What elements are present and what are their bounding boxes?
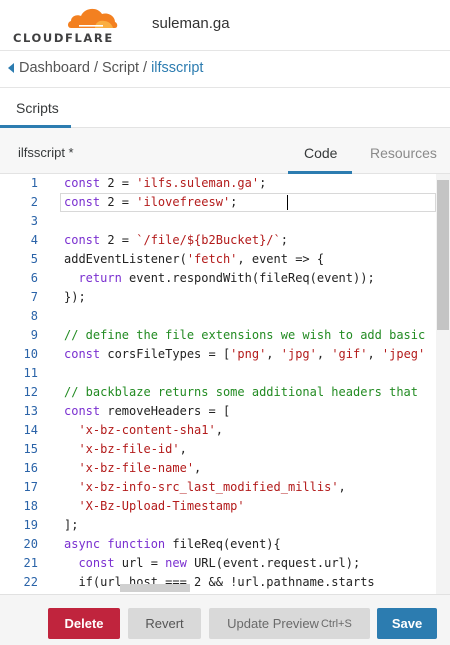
code-text: const removeHeaders = [ bbox=[64, 404, 231, 418]
line-number: 15 bbox=[23, 442, 38, 456]
code-line[interactable]: 18 'X-Bz-Upload-Timestamp' bbox=[0, 497, 450, 516]
line-number: 16 bbox=[23, 461, 38, 475]
code-text: return event.respondWith(fileReq(event))… bbox=[78, 271, 375, 285]
code-text: // define the file extensions we wish to… bbox=[64, 328, 426, 342]
breadcrumb-current[interactable]: ilfsscript bbox=[151, 60, 203, 76]
tab-resources[interactable]: Resources bbox=[370, 145, 437, 161]
breadcrumb-separator: / bbox=[93, 60, 98, 76]
code-text: const url = new URL(event.request.url); bbox=[78, 556, 361, 570]
line-number: 8 bbox=[30, 309, 38, 323]
line-number: 12 bbox=[23, 385, 38, 399]
line-number: 3 bbox=[30, 214, 38, 228]
code-line[interactable]: 14 'x-bz-content-sha1', bbox=[0, 421, 450, 440]
top-bar: CLOUDFLARE suleman.ga bbox=[0, 0, 450, 50]
breadcrumb-script[interactable]: Script bbox=[102, 60, 139, 76]
domain-name[interactable]: suleman.ga bbox=[152, 15, 230, 32]
code-text: }); bbox=[64, 290, 86, 304]
code-text: const corsFileTypes = ['png', 'jpg', 'gi… bbox=[64, 347, 426, 361]
code-line[interactable]: 20 async function fileReq(event){ bbox=[0, 535, 450, 554]
logo-wordmark: CLOUDFLARE bbox=[13, 31, 114, 45]
line-number: 11 bbox=[23, 366, 38, 380]
revert-button[interactable]: Revert bbox=[128, 608, 201, 639]
code-text: addEventListener('fetch', event => { bbox=[64, 252, 325, 266]
line-number: 9 bbox=[30, 328, 38, 342]
action-bar: Delete Revert Update Preview Ctrl+S Save bbox=[0, 594, 450, 645]
code-text: const 2 = `/file/${b2Bucket}/`; bbox=[64, 233, 288, 247]
update-preview-shortcut: Ctrl+S bbox=[320, 617, 352, 630]
line-number: 13 bbox=[23, 404, 38, 418]
tab-scripts[interactable]: Scripts bbox=[16, 100, 59, 116]
code-line[interactable]: 10 const corsFileTypes = ['png', 'jpg', '… bbox=[0, 345, 450, 364]
code-line[interactable]: 2 const 2 = 'ilovefreesw'; bbox=[0, 193, 450, 212]
tab-code[interactable]: Code bbox=[304, 145, 337, 161]
line-number: 5 bbox=[30, 252, 38, 266]
code-line[interactable]: 3 bbox=[0, 212, 450, 231]
code-line[interactable]: 7}); bbox=[0, 288, 450, 307]
line-number: 17 bbox=[23, 480, 38, 494]
breadcrumb-separator: / bbox=[143, 60, 148, 76]
chevron-left-icon[interactable] bbox=[8, 63, 14, 73]
script-name: ilfsscript * bbox=[18, 145, 74, 160]
code-text: async function fileReq(event){ bbox=[64, 537, 281, 551]
code-editor[interactable]: 1 const 2 = 'ilfs.suleman.ga'; 2 const 2 = … bbox=[0, 174, 450, 594]
line-number: 14 bbox=[23, 423, 38, 437]
code-text: const 2 = 'ilfs.suleman.ga'; bbox=[64, 176, 267, 190]
line-number: 4 bbox=[30, 233, 38, 247]
cloudflare-cloud-icon bbox=[68, 8, 118, 28]
line-number: 10 bbox=[23, 347, 38, 361]
code-line[interactable]: 19]; bbox=[0, 516, 450, 535]
save-button[interactable]: Save bbox=[377, 608, 437, 639]
code-text: 'x-bz-content-sha1', bbox=[78, 423, 223, 437]
update-preview-button[interactable]: Update Preview Ctrl+S bbox=[209, 608, 370, 639]
line-number: 22 bbox=[23, 575, 38, 589]
breadcrumb-dashboard[interactable]: Dashboard bbox=[19, 60, 90, 76]
code-line[interactable]: 5 addEventListener('fetch', event => { bbox=[0, 250, 450, 269]
line-number: 21 bbox=[23, 556, 38, 570]
code-line[interactable]: 6 return event.respondWith(fileReq(event… bbox=[0, 269, 450, 288]
code-text: ]; bbox=[64, 518, 79, 532]
vertical-scrollbar-thumb[interactable] bbox=[437, 180, 449, 330]
code-line[interactable]: 1 const 2 = 'ilfs.suleman.ga'; bbox=[0, 174, 450, 193]
code-line[interactable]: 8 bbox=[0, 307, 450, 326]
code-text: 'x-bz-info-src_last_modified_millis', bbox=[78, 480, 346, 494]
editor-header: ilfsscript * Code Resources bbox=[0, 128, 450, 174]
horizontal-scrollbar-thumb[interactable] bbox=[120, 584, 190, 592]
line-number: 7 bbox=[30, 290, 38, 304]
code-text: 'x-bz-file-id', bbox=[78, 442, 187, 456]
text-cursor bbox=[287, 195, 288, 210]
update-preview-label: Update Preview bbox=[227, 616, 319, 631]
breadcrumb: Dashboard / Script / ilfsscript bbox=[0, 50, 450, 88]
line-number: 2 bbox=[30, 195, 38, 209]
code-line[interactable]: 21 const url = new URL(event.request.url… bbox=[0, 554, 450, 573]
cloudflare-logo[interactable]: CLOUDFLARE bbox=[13, 4, 123, 46]
code-line[interactable]: 4 const 2 = `/file/${b2Bucket}/`; bbox=[0, 231, 450, 250]
line-number: 18 bbox=[23, 499, 38, 513]
code-text: const 2 = 'ilovefreesw'; bbox=[64, 195, 238, 209]
code-line[interactable]: 16 'x-bz-file-name', bbox=[0, 459, 450, 478]
code-text: 'x-bz-file-name', bbox=[78, 461, 202, 475]
code-line[interactable]: 17 'x-bz-info-src_last_modified_millis', bbox=[0, 478, 450, 497]
section-tabs: Scripts bbox=[0, 88, 450, 128]
code-line[interactable]: 11 bbox=[0, 364, 450, 383]
line-number: 19 bbox=[23, 518, 38, 532]
code-text: if(url.host === 2 && !url.pathname.start… bbox=[64, 575, 375, 589]
line-number: 20 bbox=[23, 537, 38, 551]
code-line[interactable]: 15 'x-bz-file-id', bbox=[0, 440, 450, 459]
code-text: // backblaze returns some additional hea… bbox=[64, 385, 419, 399]
line-number: 1 bbox=[30, 176, 38, 190]
code-line[interactable]: 9 // define the file extensions we wish t… bbox=[0, 326, 450, 345]
line-number: 6 bbox=[30, 271, 38, 285]
delete-button[interactable]: Delete bbox=[48, 608, 120, 639]
code-text: 'X-Bz-Upload-Timestamp' bbox=[78, 499, 245, 513]
code-line[interactable]: 22 if(url.host === 2 && !url.pathname.st… bbox=[0, 573, 450, 592]
code-line[interactable]: 13 const removeHeaders = [ bbox=[0, 402, 450, 421]
code-line[interactable]: 12 // backblaze returns some additional h… bbox=[0, 383, 450, 402]
